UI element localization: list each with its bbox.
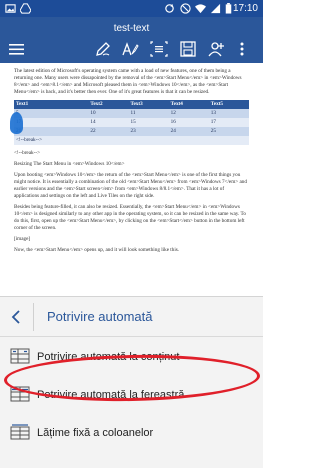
- paragraph: Besides being feature-filled, it can als…: [14, 204, 246, 231]
- document-body[interactable]: The latest edition of Microsoft's operat…: [0, 63, 263, 296]
- option-autofit-window[interactable]: Potrivire automată la fereastră: [0, 378, 263, 416]
- table-header-cell: Text5: [208, 100, 249, 109]
- table-cell[interactable]: 13: [208, 109, 249, 118]
- table-cell[interactable]: 22: [88, 127, 129, 136]
- image-placeholder: [image]: [14, 236, 31, 242]
- paragraph: Upon booting <em>Windows 10</em> the ret…: [14, 172, 247, 199]
- table-cell[interactable]: [88, 136, 129, 145]
- intro-paragraph: The latest edition of Microsoft's operat…: [14, 68, 242, 95]
- table-row: <!--break-->: [14, 136, 249, 145]
- table-cell[interactable]: [208, 136, 249, 145]
- fixed-column-width-icon: [10, 424, 30, 440]
- autofit-window-icon: [10, 386, 30, 402]
- image-icon: [5, 4, 16, 13]
- table-row: 5 10 11 12 13: [14, 109, 249, 118]
- table-row: 17 14 15 16 17: [14, 118, 249, 127]
- divider: [33, 303, 34, 331]
- clock: 17:10: [232, 3, 258, 14]
- table-cell[interactable]: 25: [208, 127, 249, 136]
- autofit-contents-icon: [10, 348, 30, 364]
- option-autofit-contents[interactable]: Potrivire automată la conținut: [0, 340, 263, 378]
- mute-icon: [180, 3, 191, 14]
- table-cell[interactable]: 21: [14, 127, 89, 136]
- table-cell[interactable]: 24: [168, 127, 209, 136]
- selection-handle-icon[interactable]: [10, 112, 23, 134]
- back-chevron-icon[interactable]: [9, 309, 23, 325]
- table-cell[interactable]: 15: [128, 118, 169, 127]
- document-title: test-text: [113, 23, 150, 34]
- battery-icon: [225, 3, 232, 14]
- signal-icon: [210, 3, 221, 14]
- autofit-sheet: Potrivire automată Potrivire automată la…: [0, 296, 263, 468]
- status-bar: 17:10: [0, 0, 263, 17]
- drive-icon: [20, 3, 31, 14]
- save-icon[interactable]: [179, 41, 197, 57]
- document-table[interactable]: Text1 Text2 Text3 Text4 Text5 5 10 11 12…: [10, 100, 249, 145]
- table-cell[interactable]: 10: [88, 109, 129, 118]
- table-row: 21 22 23 24 25: [14, 127, 249, 136]
- table-header-cell: Text1: [14, 100, 89, 109]
- table-cell[interactable]: 11: [128, 109, 169, 118]
- option-label: Potrivire automată la conținut: [37, 351, 180, 363]
- pen-icon[interactable]: [94, 41, 112, 57]
- text-format-icon[interactable]: [121, 41, 139, 57]
- reading-view-icon[interactable]: [150, 41, 168, 57]
- menu-icon[interactable]: [8, 41, 26, 57]
- share-icon[interactable]: [207, 41, 225, 57]
- break-tag: <!--break-->: [14, 150, 41, 156]
- table-cell[interactable]: 23: [128, 127, 169, 136]
- paragraph: Now, the <em>Start Menu</em> opens up, a…: [14, 247, 180, 253]
- sheet-title: Potrivire automată: [47, 309, 153, 324]
- table-header-row: Text1 Text2 Text3 Text4 Text5: [14, 100, 249, 109]
- table-cell[interactable]: 17: [208, 118, 249, 127]
- section-heading: Resizing The Start Menu in <em>Windows 1…: [14, 161, 125, 167]
- table-cell[interactable]: 17: [14, 118, 89, 127]
- app-bar: test-text: [0, 17, 263, 63]
- table-cell[interactable]: 14: [88, 118, 129, 127]
- table-header-cell: Text4: [168, 100, 209, 109]
- more-icon[interactable]: [235, 41, 249, 57]
- sheet-header: Potrivire automată: [0, 297, 263, 337]
- table-cell[interactable]: 16: [168, 118, 209, 127]
- option-label: Lățime fixă a coloanelor: [37, 427, 154, 439]
- wifi-icon: [195, 4, 206, 14]
- table-cell[interactable]: [128, 136, 169, 145]
- table-cell[interactable]: 5: [14, 109, 89, 118]
- table-cell[interactable]: <!--break-->: [14, 136, 89, 145]
- option-fixed-column-width[interactable]: Lățime fixă a coloanelor: [0, 416, 263, 454]
- table-header-cell: Text3: [128, 100, 169, 109]
- option-label: Potrivire automată la fereastră: [37, 389, 185, 401]
- table-cell[interactable]: 12: [168, 109, 209, 118]
- table-header-cell: Text2: [88, 100, 129, 109]
- sync-icon: [165, 3, 174, 13]
- table-cell[interactable]: [168, 136, 209, 145]
